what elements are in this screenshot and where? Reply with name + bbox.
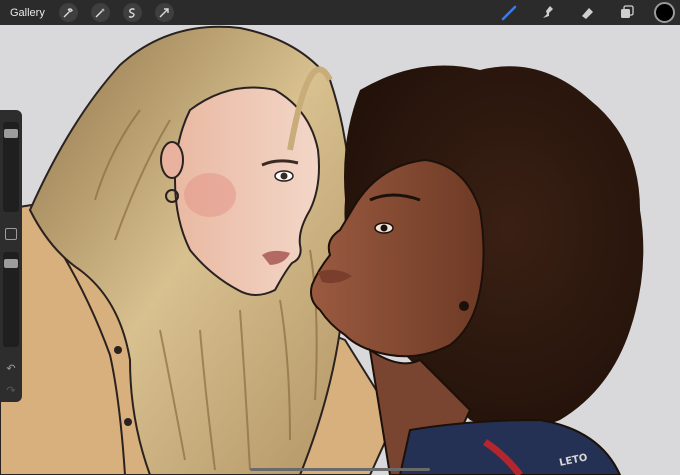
layers-icon [620, 5, 634, 18]
redo-icon[interactable]: ↷ [4, 384, 18, 398]
color-well[interactable] [654, 2, 675, 23]
modify-button[interactable] [5, 228, 17, 240]
selection-button[interactable] [122, 3, 142, 22]
eraser-icon [581, 8, 593, 19]
layers-button[interactable] [615, 2, 637, 24]
sidebar: ↶ ↷ [0, 110, 22, 402]
smudge-button[interactable] [537, 2, 559, 24]
eraser-button[interactable] [576, 2, 598, 24]
selection-icon [128, 7, 136, 18]
right-tools [498, 0, 680, 25]
home-indicator [250, 468, 430, 471]
drawing-canvas[interactable]: LETO [0, 0, 680, 475]
brush-size-thumb[interactable] [4, 129, 18, 138]
opacity-thumb[interactable] [4, 259, 18, 268]
magic-wand-icon [95, 7, 106, 17]
adjustments-button[interactable] [90, 3, 110, 22]
brush-icon [501, 5, 516, 21]
smudge-icon [542, 6, 553, 18]
brush-button[interactable] [498, 2, 520, 24]
transform-button[interactable] [154, 3, 174, 22]
wrench-icon [63, 7, 74, 17]
transform-icon [159, 7, 170, 17]
gallery-button[interactable]: Gallery [10, 7, 45, 19]
brush-size-slider[interactable] [3, 122, 19, 212]
actions-button[interactable] [58, 3, 78, 22]
undo-icon[interactable]: ↶ [4, 362, 18, 376]
opacity-slider[interactable] [3, 252, 19, 347]
top-toolbar: Gallery [0, 0, 680, 25]
